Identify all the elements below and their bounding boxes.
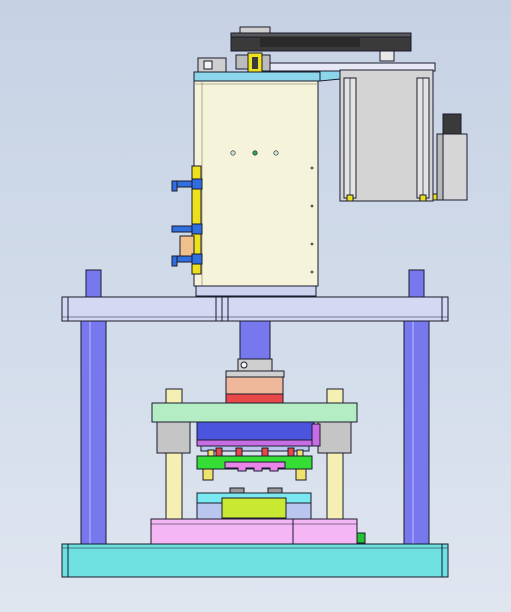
- cad-viewport[interactable]: [0, 0, 511, 612]
- upper-pad: [196, 421, 321, 452]
- lower-die-plate: [150, 518, 366, 545]
- die-block: [196, 487, 312, 520]
- press-machine-drawing: [61, 26, 468, 578]
- top-coupling-block: [197, 52, 271, 74]
- servo-gearbox: [339, 69, 434, 202]
- cabinet-body: [193, 80, 319, 297]
- stripper-plate: [196, 455, 313, 481]
- top-crossplate: [61, 296, 449, 322]
- servo-motor: [432, 113, 468, 201]
- upper-die-shoe: [151, 402, 358, 423]
- press-ram: [225, 320, 285, 378]
- punch-holder: [225, 376, 284, 404]
- base-plate: [61, 543, 449, 578]
- cabinet-side-brackets: [171, 165, 203, 275]
